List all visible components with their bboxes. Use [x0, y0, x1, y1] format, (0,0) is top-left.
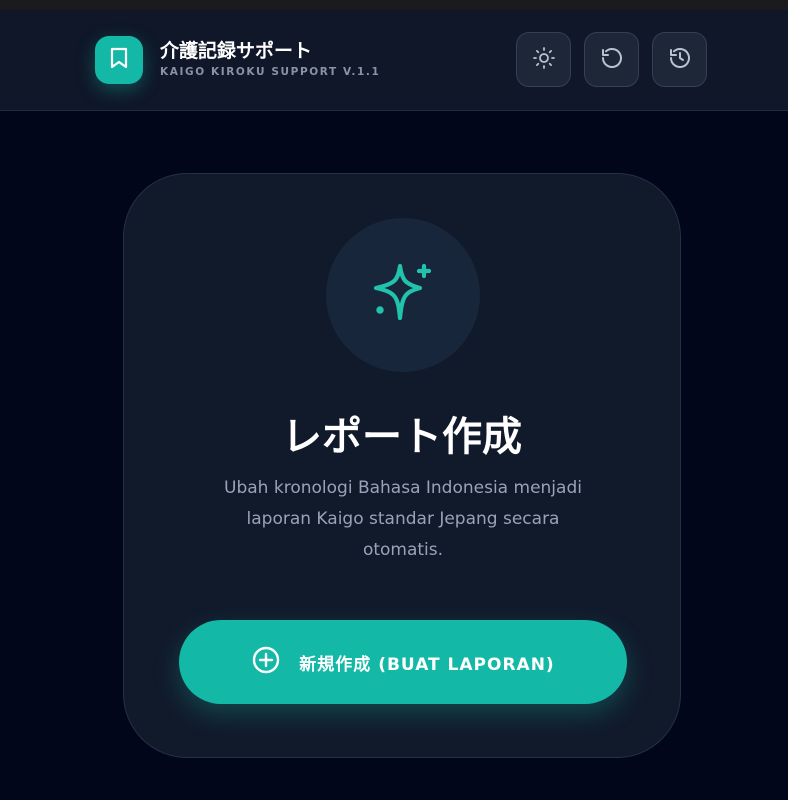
- sparkles-badge: [326, 218, 480, 372]
- app-logo: [95, 36, 143, 84]
- history-icon: [668, 46, 692, 74]
- theme-toggle-button[interactable]: [516, 32, 571, 87]
- create-report-button-label: 新規作成 (BUAT LAPORAN): [299, 654, 555, 675]
- sparkles-icon: [370, 260, 436, 330]
- plus-circle-icon: [251, 645, 281, 679]
- create-report-button[interactable]: 新規作成 (BUAT LAPORAN): [179, 620, 627, 704]
- bookmark-icon: [108, 46, 130, 74]
- sun-icon: [532, 46, 556, 74]
- create-report-card: レポート作成 Ubah kronologi Bahasa Indonesia m…: [123, 173, 681, 758]
- history-button[interactable]: [652, 32, 707, 87]
- reset-icon: [600, 46, 624, 74]
- app-title: 介護記録サポート: [160, 40, 313, 62]
- card-title: レポート作成: [282, 414, 522, 460]
- app-header: 介護記録サポート KAIGO KIROKU SUPPORT V.1.1: [0, 10, 788, 111]
- app-version-subtitle: KAIGO KIROKU SUPPORT V.1.1: [160, 66, 381, 78]
- card-description: Ubah kronologi Bahasa Indonesia menjadi …: [224, 478, 582, 560]
- reset-button[interactable]: [584, 32, 639, 87]
